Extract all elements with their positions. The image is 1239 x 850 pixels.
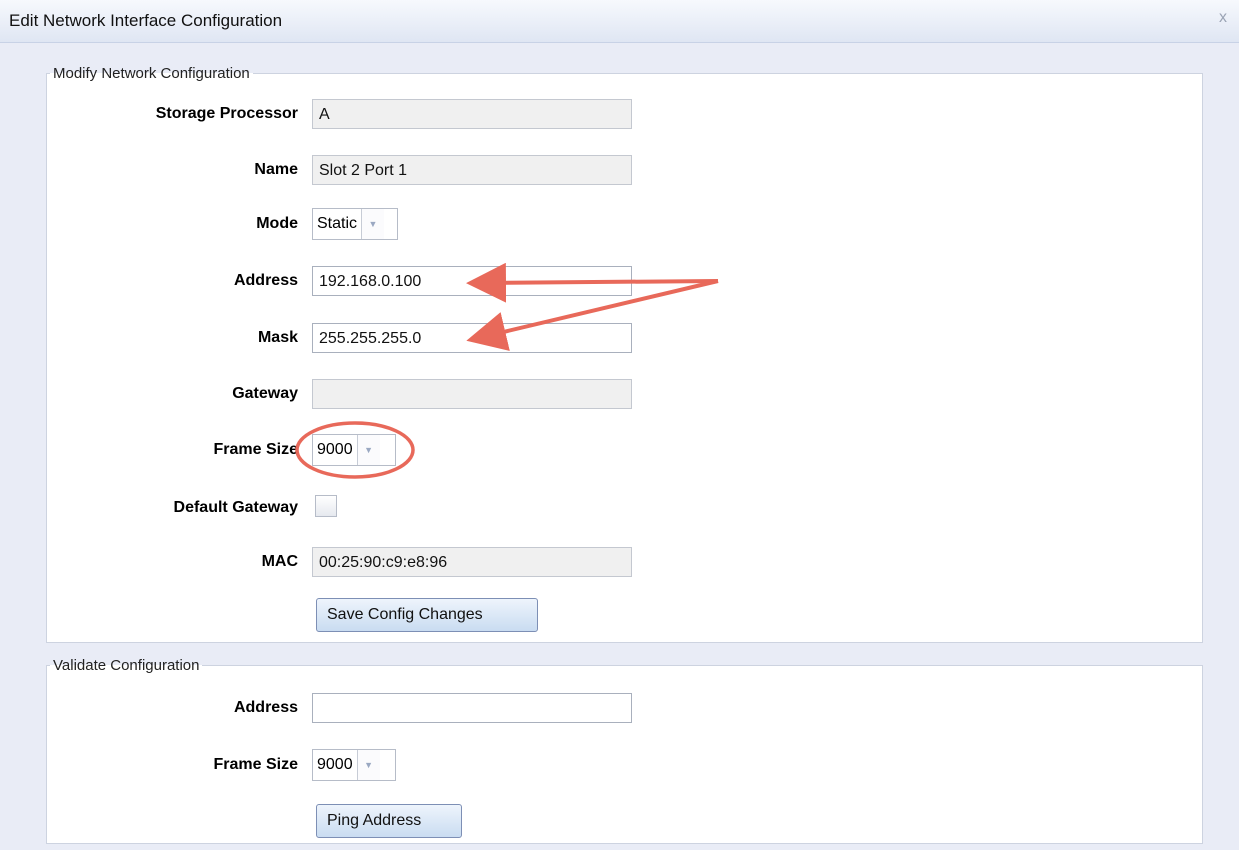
frame-size-select-value: 9000 (317, 441, 353, 458)
validate-address-row: Address (0, 693, 298, 723)
chevron-down-icon[interactable]: ▼ (361, 209, 385, 239)
gateway-row: Gateway (0, 379, 298, 409)
name-row: Name (0, 155, 298, 185)
address-label: Address (233, 272, 298, 289)
dialog-titlebar: Edit Network Interface Configuration x (0, 0, 1239, 43)
storage-processor-label: Storage Processor (155, 105, 298, 122)
validate-frame-size-label: Frame Size (213, 756, 298, 773)
mac-label: MAC (261, 553, 298, 570)
dialog-title: Edit Network Interface Configuration (9, 11, 283, 30)
validate-legend: Validate Configuration (53, 657, 200, 674)
dialog-body: Modify Network Configuration Storage Pro… (0, 43, 1239, 850)
save-config-button[interactable]: Save Config Changes (316, 598, 538, 632)
name-label: Name (254, 161, 298, 178)
name-field: Slot 2 Port 1 (312, 155, 632, 185)
mask-label: Mask (257, 329, 298, 346)
validate-frame-size-select[interactable]: 9000 ▼ (312, 749, 396, 781)
close-icon[interactable]: x (1219, 9, 1227, 27)
validate-frame-size-row: Frame Size (0, 750, 298, 780)
validate-address-label: Address (233, 699, 298, 716)
default-gateway-row: Default Gateway (0, 493, 298, 523)
validate-frame-size-value: 9000 (317, 756, 353, 773)
mode-label: Mode (256, 215, 298, 232)
mode-select[interactable]: Static ▼ (312, 208, 398, 240)
address-row: Address (0, 266, 298, 296)
storage-processor-field: A (312, 99, 632, 129)
frame-size-row: Frame Size (0, 435, 298, 465)
frame-size-select[interactable]: 9000 ▼ (312, 434, 396, 466)
mask-input[interactable]: 255.255.255.0 (312, 323, 632, 353)
mac-row: MAC (0, 547, 298, 577)
default-gateway-checkbox[interactable] (315, 495, 337, 517)
validate-address-input[interactable] (312, 693, 632, 723)
chevron-down-icon[interactable]: ▼ (356, 435, 380, 465)
mask-row: Mask (0, 323, 298, 353)
gateway-label: Gateway (232, 385, 298, 402)
storage-processor-row: Storage Processor (0, 99, 298, 129)
mode-select-value: Static (317, 215, 358, 232)
default-gateway-label: Default Gateway (173, 499, 298, 516)
mac-field: 00:25:90:c9:e8:96 (312, 547, 632, 577)
frame-size-label: Frame Size (213, 441, 298, 458)
ping-address-button[interactable]: Ping Address (316, 804, 462, 838)
address-input[interactable]: 192.168.0.100 (312, 266, 632, 296)
chevron-down-icon[interactable]: ▼ (356, 750, 380, 780)
mode-row: Mode (0, 209, 298, 239)
gateway-field (312, 379, 632, 409)
modify-network-legend: Modify Network Configuration (53, 65, 250, 82)
